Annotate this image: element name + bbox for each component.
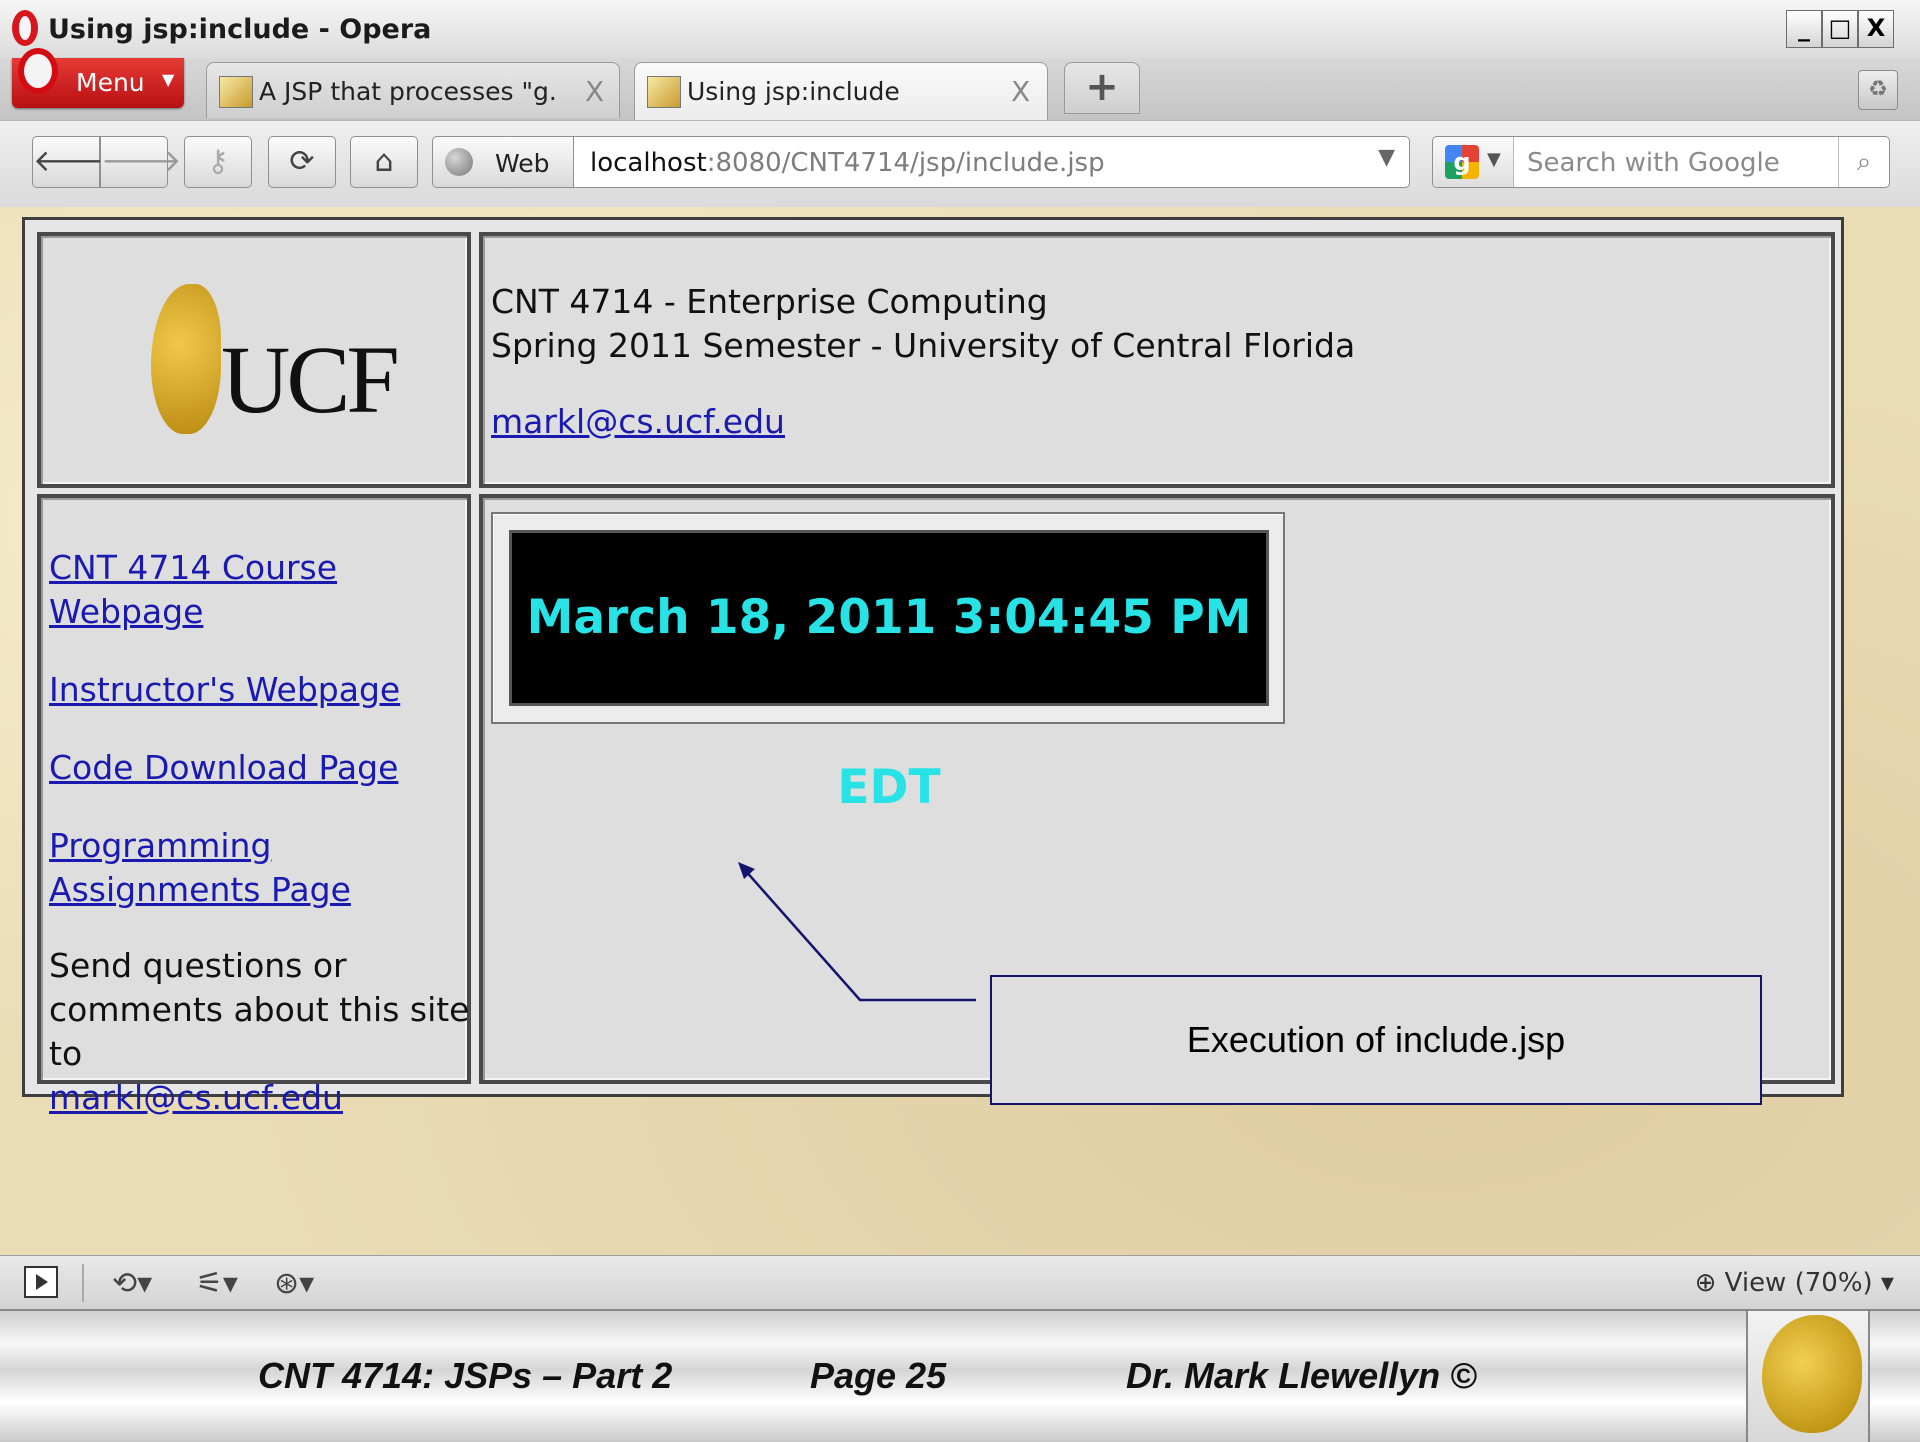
key-button[interactable]: ⚷	[184, 136, 252, 188]
zoom-control[interactable]: ⊕ View (70%) ▾	[1695, 1268, 1894, 1298]
footer-author: Dr. Mark Llewellyn ©	[1126, 1355, 1477, 1396]
arrow-right-icon: 🡒	[101, 144, 182, 179]
address-path: :8080/CNT4714/jsp/include.jsp	[706, 148, 1105, 178]
close-window-button[interactable]: X	[1858, 10, 1894, 48]
footer-logo	[1746, 1311, 1870, 1442]
trash-icon[interactable]: ♻	[1858, 70, 1898, 110]
turbo-icon[interactable]: ⊛▾	[274, 1266, 314, 1301]
tab-close-icon[interactable]: X	[1011, 75, 1030, 108]
google-icon: g	[1445, 145, 1479, 179]
reload-button[interactable]: ⟳	[268, 136, 336, 188]
site-info-button[interactable]: Web	[432, 136, 574, 188]
search-input[interactable]: Search with Google	[1527, 148, 1780, 178]
pegasus-logo-icon	[1762, 1315, 1862, 1433]
globe-icon	[445, 148, 473, 176]
tab-favicon-icon	[647, 76, 681, 108]
forward-button[interactable]: 🡒	[100, 136, 181, 188]
new-tab-button[interactable]: +	[1064, 62, 1140, 114]
navigation-toolbar: 🡐 🡒 ⚷ ⟳ ⌂ Web localhost:8080/CNT4714/jsp…	[0, 120, 1920, 208]
footer-course: CNT 4714: JSPs – Part 2	[258, 1355, 673, 1396]
panel-toggle-icon[interactable]	[24, 1266, 58, 1298]
search-icon[interactable]: ⌕	[1838, 137, 1889, 187]
home-button[interactable]: ⌂	[350, 136, 418, 188]
opera-o-icon	[18, 48, 58, 94]
annotation-callout: Execution of include.jsp	[990, 975, 1762, 1105]
opera-menu-button[interactable]: Menu ▼	[12, 48, 184, 108]
web-label: Web	[495, 149, 550, 178]
status-bar: ⟲▾ ⚟▾ ⊛▾ ⊕ View (70%) ▾	[0, 1255, 1920, 1310]
unite-icon[interactable]: ⚟▾	[196, 1266, 238, 1301]
slide-footer: CNT 4714: JSPs – Part 2 Page 25 Dr. Mark…	[0, 1309, 1920, 1442]
tab-favicon-icon	[219, 76, 253, 108]
address-text: localhost:8080/CNT4714/jsp/include.jsp	[590, 148, 1105, 178]
zoom-icon: ⊕	[1694, 1268, 1717, 1298]
window-titlebar: Using jsp:include - Opera _ □ X	[0, 0, 1920, 59]
tab-label: Using jsp:include	[687, 77, 900, 106]
footer-page: Page 25	[810, 1355, 947, 1396]
tab-close-icon[interactable]: X	[585, 75, 604, 108]
address-host: localhost	[590, 148, 707, 178]
window-title: Using jsp:include - Opera	[48, 14, 432, 45]
tab-label: A JSP that processes "g...	[259, 77, 559, 106]
back-button[interactable]: 🡐	[32, 136, 113, 188]
key-icon: ⚷	[207, 144, 229, 179]
chevron-down-icon: ▼	[162, 70, 175, 89]
divider	[82, 1264, 84, 1302]
reload-icon: ⟳	[289, 144, 315, 179]
tab-jsp-processes[interactable]: A JSP that processes "g... X	[206, 62, 620, 118]
opera-logo-icon	[12, 10, 38, 46]
home-icon: ⌂	[374, 144, 394, 179]
minimize-button[interactable]: _	[1786, 10, 1822, 48]
tab-using-jsp-include[interactable]: Using jsp:include X	[634, 62, 1048, 120]
menu-label: Menu	[76, 68, 145, 97]
sync-icon[interactable]: ⟲▾	[112, 1266, 152, 1301]
maximize-button[interactable]: □	[1822, 10, 1858, 48]
search-box[interactable]: g ▼ Search with Google ⌕	[1432, 136, 1890, 188]
zoom-label: View (70%)	[1724, 1268, 1873, 1298]
chevron-down-icon: ▼	[1487, 149, 1501, 170]
tab-bar: Menu ▼ A JSP that processes "g... X Usin…	[0, 48, 1920, 120]
address-bar[interactable]: localhost:8080/CNT4714/jsp/include.jsp ▼	[574, 136, 1410, 188]
chevron-down-icon[interactable]: ▼	[1378, 145, 1395, 170]
search-engine-selector[interactable]: g ▼	[1433, 137, 1514, 187]
